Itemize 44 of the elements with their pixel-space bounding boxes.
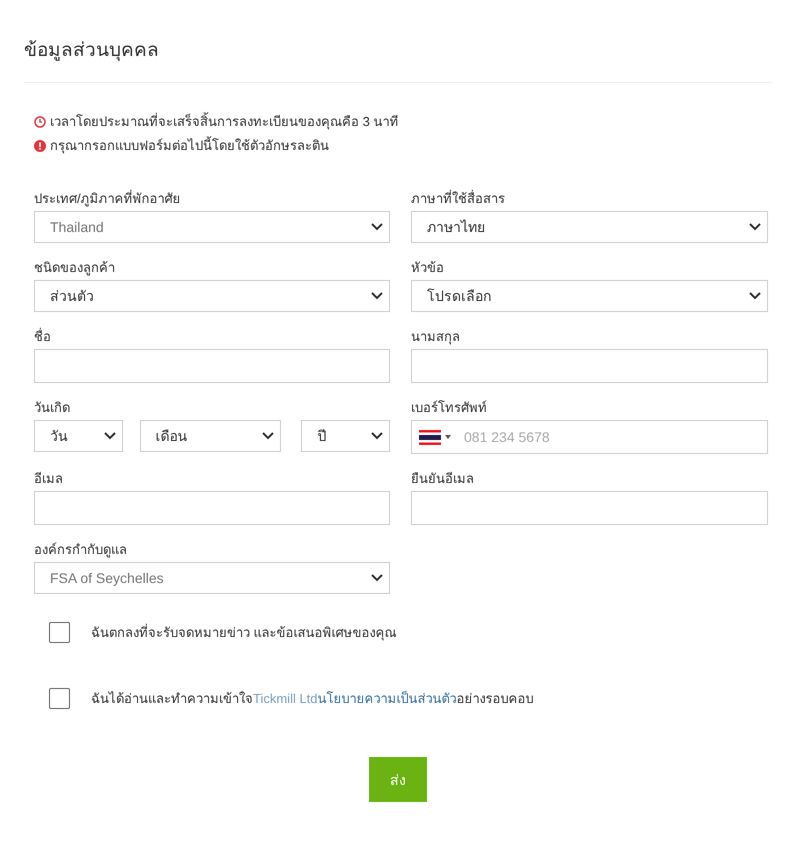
field-label: เบอร์โทรศัพท์: [411, 399, 488, 413]
notice-text: เวลาโดยประมาณที่จะเสร็จสิ้นการลงทะเบียนของคุณคือ 3 นาที: [50, 111, 398, 132]
text-field[interactable]: [411, 349, 768, 383]
field-label: ยืนยันอีเมล: [411, 470, 475, 484]
page-title: ข้อมูลส่วนบุคคล: [24, 30, 772, 83]
select-field[interactable]: ภาษาไทย: [411, 211, 768, 243]
alert-icon: [34, 140, 46, 152]
checkbox[interactable]: [49, 622, 70, 643]
flag-icon: [419, 430, 441, 444]
field-label: วันเกิด: [34, 399, 71, 413]
clock-icon: [34, 116, 46, 128]
select-field[interactable]: Thailand: [34, 211, 390, 243]
field-label: ประเทศ/ภูมิภาคที่พักอาศัย: [34, 188, 182, 204]
chevron-down-icon: [371, 574, 383, 582]
field-label: องค์กรกำกับดูแล: [34, 541, 128, 555]
select-field[interactable]: ปี: [301, 420, 390, 452]
caret-icon: [445, 435, 451, 439]
text-field[interactable]: [34, 349, 390, 383]
field-label: อีเมล: [34, 470, 64, 484]
text-field[interactable]: [411, 491, 768, 525]
notice-text: กรุณากรอกแบบฟอร์มต่อไปนี้โดยใช้ตัวอักษรละติน: [50, 135, 329, 156]
chevron-down-icon: [749, 292, 761, 300]
phone-field[interactable]: 081 234 5678: [411, 420, 768, 454]
text-field[interactable]: [34, 491, 390, 525]
chevron-down-icon: [262, 432, 274, 440]
chevron-down-icon: [749, 223, 761, 231]
field-label: ภาษาที่ใช้สื่อสาร: [411, 188, 506, 204]
select-field[interactable]: โปรดเลือก: [411, 280, 768, 312]
select-field[interactable]: ส่วนตัว: [34, 280, 390, 312]
chevron-down-icon: [371, 292, 383, 300]
chevron-down-icon: [104, 432, 116, 440]
field-label: ชนิดของลูกค้า: [34, 259, 116, 273]
policy-link[interactable]: นโยบายความเป็นส่วนตัว: [318, 691, 457, 706]
select-field[interactable]: FSA of Seychelles: [34, 562, 390, 594]
select-field[interactable]: เดือน: [140, 420, 282, 452]
checkbox[interactable]: [49, 688, 70, 709]
field-label: หัวข้อ: [411, 259, 445, 273]
consent-text: ฉันตกลงที่จะรับจดหมายข่าว และข้อเสนอพิเศษของคุณ: [91, 622, 397, 642]
consent-text: ฉันได้อ่านและทำความเข้าใจTickmill Ltdนโยบายความเป็นส่วนตัวอย่างรอบคอบ: [91, 690, 534, 708]
field-label: ชื่อ: [34, 326, 52, 342]
chevron-down-icon: [371, 223, 383, 231]
field-label: นามสกุล: [411, 328, 461, 342]
chevron-down-icon: [371, 432, 383, 440]
select-field[interactable]: วัน: [34, 420, 123, 452]
